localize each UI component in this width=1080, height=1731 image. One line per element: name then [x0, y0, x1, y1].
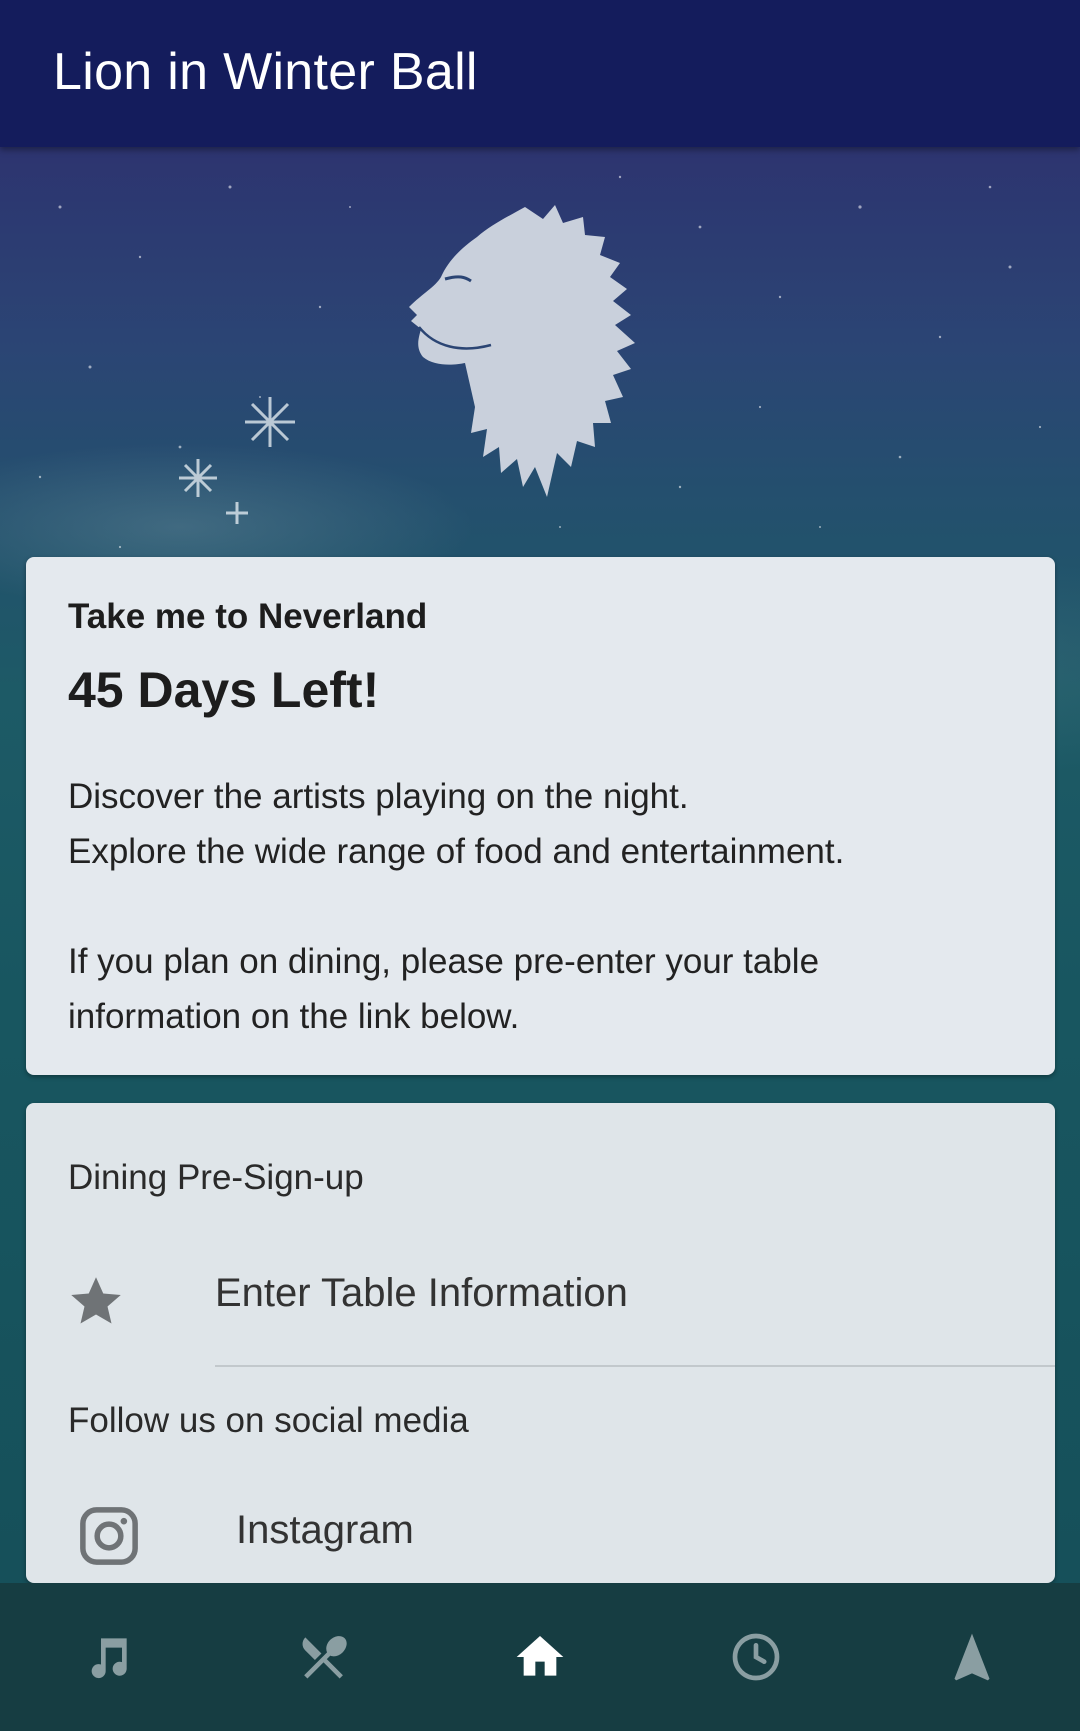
card-eyebrow: Take me to Neverland: [68, 597, 428, 636]
home-icon: [516, 1636, 564, 1676]
clock-icon: [732, 1633, 780, 1681]
countdown-card: Take me to Neverland 45 Days Left! Disco…: [26, 557, 1055, 1075]
body-line-dining: If you plan on dining, please pre-enter …: [68, 942, 820, 1036]
nav-schedule[interactable]: [648, 1583, 864, 1731]
enter-table-information-label: Enter Table Information: [215, 1271, 628, 1315]
body-line-artists: Discover the artists playing on the nigh…: [68, 777, 689, 816]
days-left-headline: 45 Days Left!: [68, 662, 380, 718]
instagram-label: Instagram: [236, 1508, 414, 1552]
music-note-icon: [91, 1638, 127, 1679]
instagram-icon: [80, 1507, 138, 1565]
social-section-label: Follow us on social media: [68, 1401, 469, 1440]
nav-home[interactable]: [432, 1583, 648, 1731]
app-bar: Lion in Winter Ball: [0, 0, 1080, 147]
body-line-food: Explore the wide range of food and enter…: [68, 832, 845, 871]
nav-dining[interactable]: [216, 1583, 432, 1731]
lion-logo-image: [409, 205, 635, 497]
card-body: Discover the artists playing on the nigh…: [68, 769, 1018, 1044]
navigation-arrow-icon: [954, 1633, 990, 1681]
links-card: Dining Pre-Sign-up Enter Table Informati…: [26, 1103, 1055, 1583]
app-title: Lion in Winter Ball: [53, 43, 478, 101]
bottom-navigation: [0, 1583, 1080, 1731]
fork-knife-icon: [302, 1636, 347, 1679]
star-icon: [71, 1277, 121, 1324]
nav-music[interactable]: [0, 1583, 216, 1731]
dining-section-label: Dining Pre-Sign-up: [68, 1158, 364, 1197]
enter-table-information-item[interactable]: Enter Table Information: [26, 1243, 1055, 1363]
list-divider: [215, 1365, 1055, 1367]
nav-directions[interactable]: [864, 1583, 1080, 1731]
